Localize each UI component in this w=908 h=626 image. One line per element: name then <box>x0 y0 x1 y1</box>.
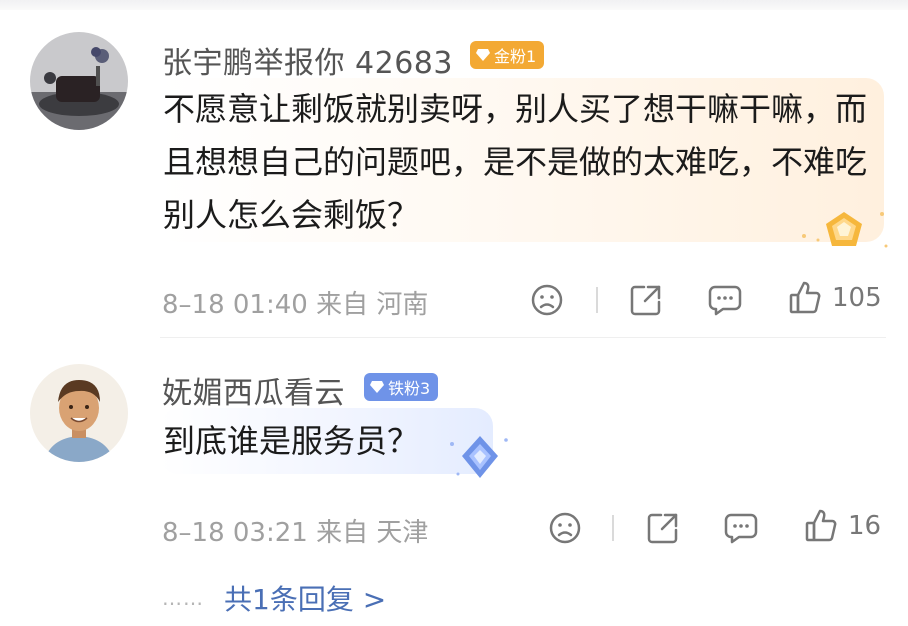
avatar[interactable] <box>30 32 128 130</box>
timestamp-location: 8–18 01:40 来自 河南 <box>162 290 429 320</box>
fan-badge[interactable]: 铁粉3 <box>364 373 439 401</box>
comment-divider <box>160 337 886 338</box>
username[interactable]: 妩媚西瓜看云 <box>162 368 345 412</box>
share-icon <box>630 285 661 316</box>
like-icon <box>805 509 837 542</box>
divider <box>612 515 614 541</box>
badge-label: 铁粉3 <box>388 379 431 398</box>
like-button[interactable]: 105 <box>788 280 882 316</box>
ellipsis: …… <box>162 586 204 610</box>
diamond-icon <box>370 381 384 393</box>
like-button[interactable]: 16 <box>804 508 881 544</box>
share-button[interactable] <box>645 510 681 546</box>
badge-label: 金粉1 <box>494 47 537 66</box>
blue-gem-icon <box>450 436 508 478</box>
comment-icon <box>708 285 742 316</box>
dislike-icon <box>549 512 581 544</box>
comment-button[interactable] <box>723 511 759 545</box>
view-replies-link[interactable]: 共1条回复 > <box>224 578 386 618</box>
top-strip <box>0 0 908 10</box>
username[interactable]: 张宇鹏举报你 42683 <box>162 38 453 82</box>
fan-badge[interactable]: 金粉1 <box>470 41 545 69</box>
comment-text: 不愿意让剩饭就别卖呀，别人买了想干嘛干嘛，而且想想自己的问题吧，是不是做的太难吃… <box>163 90 868 234</box>
like-icon <box>789 281 821 314</box>
share-icon <box>647 513 678 544</box>
timestamp-location: 8–18 03:21 来自 天津 <box>162 518 429 548</box>
dislike-icon <box>531 284 563 316</box>
avatar[interactable] <box>30 364 128 462</box>
share-button[interactable] <box>628 282 664 318</box>
dislike-button[interactable] <box>530 283 564 317</box>
divider <box>596 287 598 313</box>
gold-gem-icon <box>802 212 888 248</box>
replies-row: …… 共1条回复 > <box>162 578 386 618</box>
comment-button[interactable] <box>707 283 743 317</box>
like-count: 105 <box>832 283 882 313</box>
comment-icon <box>724 513 758 544</box>
dislike-button[interactable] <box>548 511 582 545</box>
diamond-icon <box>476 49 490 61</box>
comment-text: 到底谁是服务员？ <box>163 422 420 460</box>
like-count: 16 <box>848 511 882 541</box>
